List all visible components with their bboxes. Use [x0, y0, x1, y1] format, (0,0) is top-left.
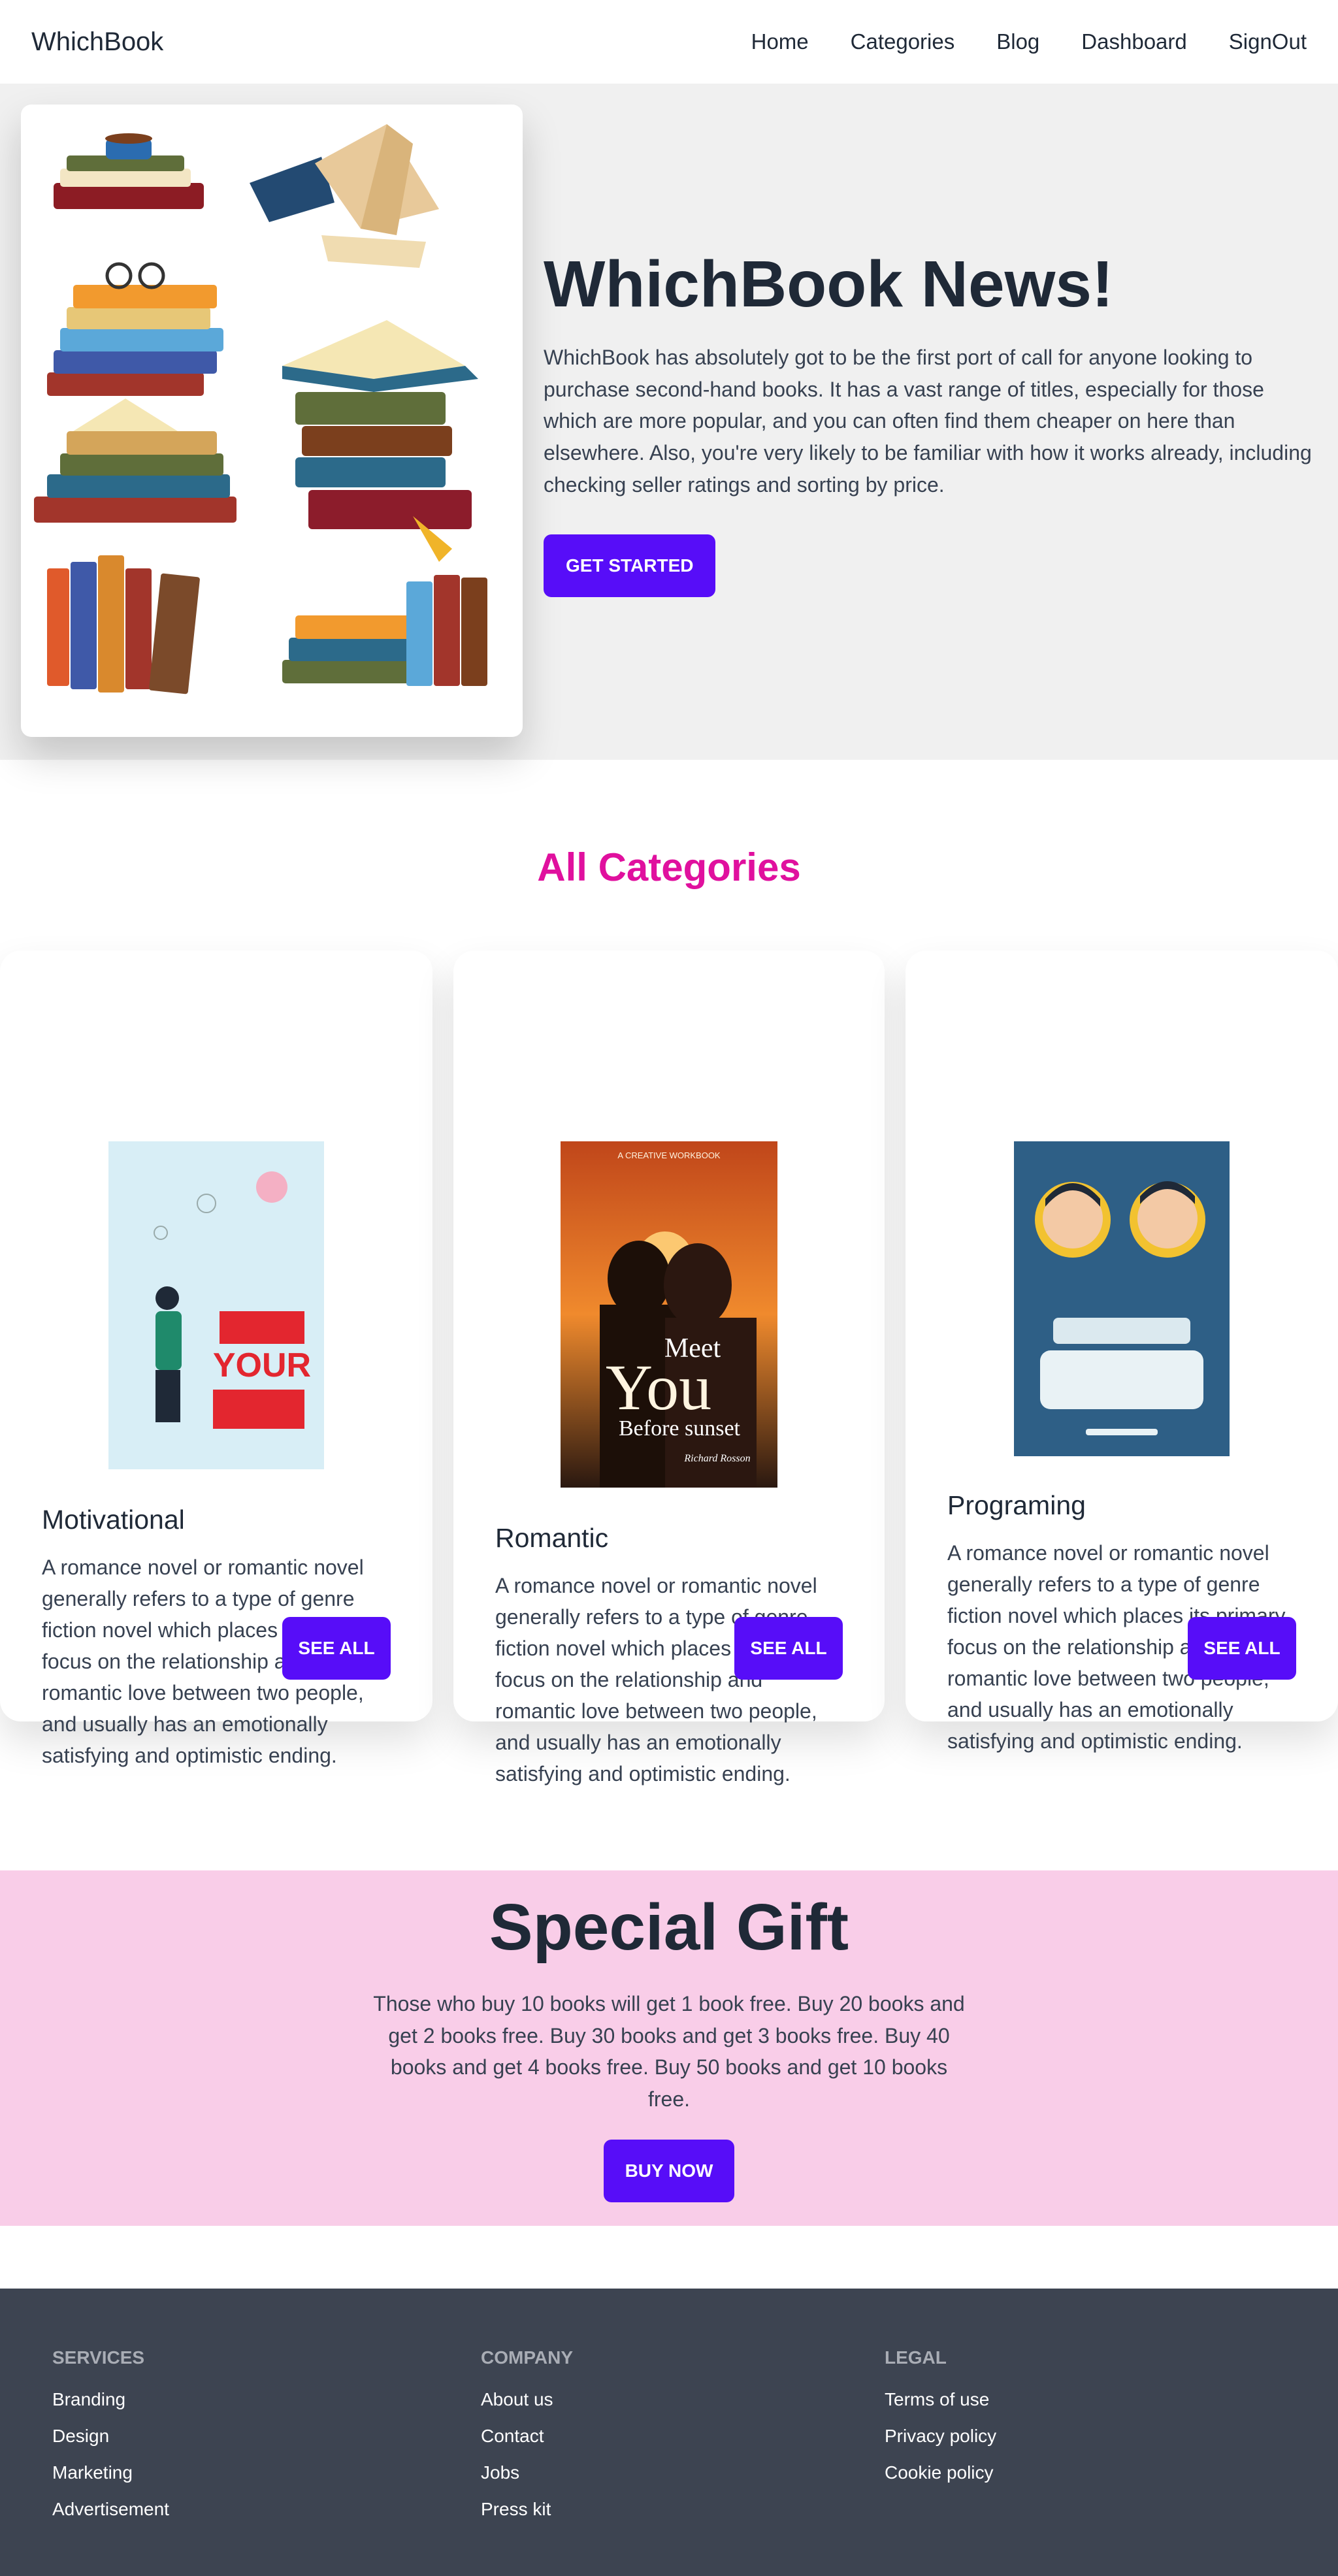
brand-logo[interactable]: WhichBook: [31, 27, 163, 57]
categories-section: All Categories YOUR Motivational A roman…: [0, 760, 1338, 1870]
see-all-button-motivational[interactable]: SEE ALL: [282, 1617, 391, 1680]
nav-links: Home Categories Blog Dashboard SignOut: [710, 29, 1307, 54]
see-all-button-programing[interactable]: SEE ALL: [1188, 1617, 1296, 1680]
romantic-cover-top-text: A CREATIVE WORKBOOK: [617, 1150, 721, 1160]
gift-description: Those who buy 10 books will get 1 book f…: [373, 1992, 965, 2111]
card-title: Motivational: [42, 1505, 185, 1535]
footer-legal: LEGAL Terms of use Privacy policy Cookie…: [885, 2347, 996, 2491]
footer-company: COMPANY About us Contact Jobs Press kit: [481, 2347, 573, 2528]
hero-section: WhichBook News! WhichBook has absolutely…: [0, 84, 1338, 760]
nav-link-home[interactable]: Home: [751, 29, 809, 54]
gift-title: Special Gift: [489, 1891, 849, 1964]
footer-services: SERVICES Branding Design Marketing Adver…: [52, 2347, 169, 2528]
category-card-romantic: A CREATIVE WORKBOOK Meet You Before suns…: [453, 951, 885, 1785]
programing-cover-image: [1014, 1141, 1230, 1456]
footer-link-press-kit[interactable]: Press kit: [481, 2491, 573, 2528]
card-description: A romance novel or romantic novel genera…: [495, 1574, 834, 1785]
hero-description: WhichBook has absolutely got to be the f…: [544, 346, 1312, 497]
card-title: Romantic: [495, 1523, 609, 1553]
buy-now-button[interactable]: BUY NOW: [604, 2140, 734, 2202]
see-all-button-romantic[interactable]: SEE ALL: [734, 1617, 843, 1680]
romantic-cover-line3: Before sunset: [619, 1416, 741, 1441]
hero-text: WhichBook News! WhichBook has absolutely…: [544, 247, 1314, 598]
nav-link-categories[interactable]: Categories: [851, 29, 955, 54]
footer-link-marketing[interactable]: Marketing: [52, 2454, 169, 2491]
footer-title: LEGAL: [885, 2347, 947, 2368]
romantic-cover-image: A CREATIVE WORKBOOK Meet You Before suns…: [561, 1141, 777, 1488]
book-stacks-illustration: [21, 105, 523, 737]
nav-link-dashboard[interactable]: Dashboard: [1081, 29, 1186, 54]
nav-link-blog[interactable]: Blog: [996, 29, 1039, 54]
footer-link-branding[interactable]: Branding: [52, 2381, 169, 2418]
category-card-programing: Programing A romance novel or romantic n…: [906, 951, 1338, 1753]
card-title: Programing: [947, 1490, 1086, 1520]
footer: SERVICES Branding Design Marketing Adver…: [0, 2289, 1338, 2576]
footer-link-jobs[interactable]: Jobs: [481, 2454, 573, 2491]
navbar: WhichBook Home Categories Blog Dashboard…: [0, 0, 1338, 84]
footer-link-design[interactable]: Design: [52, 2418, 169, 2454]
special-gift-section: Special Gift Those who buy 10 books will…: [0, 1870, 1338, 2226]
footer-link-terms[interactable]: Terms of use: [885, 2381, 996, 2418]
categories-title: All Categories: [537, 845, 801, 889]
motivational-cover-text: YOUR: [213, 1346, 311, 1384]
footer-link-about-us[interactable]: About us: [481, 2381, 573, 2418]
romantic-cover-author: Richard Rosson: [683, 1453, 750, 1464]
hero-title: WhichBook News!: [544, 248, 1114, 321]
footer-link-privacy[interactable]: Privacy policy: [885, 2418, 996, 2454]
romantic-cover-line2: You: [606, 1351, 711, 1424]
get-started-button[interactable]: GET STARTED: [544, 534, 716, 598]
footer-link-contact[interactable]: Contact: [481, 2418, 573, 2454]
footer-title: COMPANY: [481, 2347, 574, 2368]
footer-link-advertisement[interactable]: Advertisement: [52, 2491, 169, 2528]
category-card-motivational: YOUR Motivational A romance novel or rom…: [0, 951, 432, 1767]
nav-link-signout[interactable]: SignOut: [1229, 29, 1307, 54]
footer-link-cookie[interactable]: Cookie policy: [885, 2454, 996, 2491]
motivational-cover-image: YOUR: [108, 1141, 324, 1469]
footer-title: SERVICES: [52, 2347, 145, 2368]
